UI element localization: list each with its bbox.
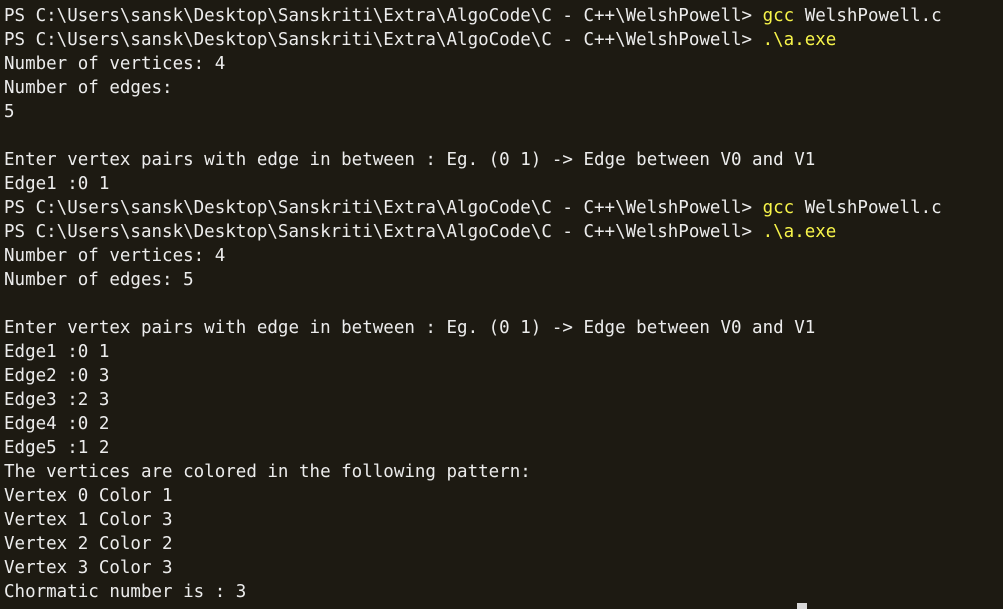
command-line-run: PS C:\Users\sansk\Desktop\Sanskriti\Extr… (4, 220, 1003, 244)
command-line-compile: PS C:\Users\sansk\Desktop\Sanskriti\Extr… (4, 196, 1003, 220)
edge-line: Edge1 :0 1 (4, 342, 110, 362)
coloring-line: Vertex 0 Color 1 (4, 486, 173, 506)
prompt-text: PS C:\Users\sansk\Desktop\Sanskriti\Extr… (4, 198, 763, 218)
prompt-text: PS C:\Users\sansk\Desktop\Sanskriti\Extr… (4, 30, 763, 50)
edge-line: Edge4 :0 2 (4, 414, 110, 434)
edge-line: Edge2 :0 3 (4, 366, 110, 386)
command-exe: .\a.exe (762, 222, 837, 242)
output-line: Number of edges: 5 (4, 270, 194, 290)
command-arg: WelshPowell.c (794, 198, 942, 218)
output-line: The vertices are colored in the followin… (4, 462, 531, 482)
output-line: Number of edges: (4, 78, 173, 98)
command-gcc: gcc (762, 198, 795, 218)
edge-line: Edge3 :2 3 (4, 390, 110, 410)
output-line: Number of vertices: 4 (4, 246, 226, 266)
output-line: Edge1 :0 1 (4, 174, 110, 194)
coloring-line: Vertex 3 Color 3 (4, 558, 173, 578)
output-line: Chormatic number is : 3 (4, 582, 247, 602)
prompt-text: PS C:\Users\sansk\Desktop\Sanskriti\Extr… (4, 222, 763, 242)
output-line: Enter vertex pairs with edge in between … (4, 318, 816, 338)
prompt-text: PS C:\Users\sansk\Desktop\Sanskriti\Extr… (4, 6, 763, 26)
command-arg: WelshPowell.c (794, 6, 942, 26)
coloring-line: Vertex 2 Color 2 (4, 534, 173, 554)
command-exe: .\a.exe (762, 30, 837, 50)
coloring-line: Vertex 1 Color 3 (4, 510, 173, 530)
output-line: Enter vertex pairs with edge in between … (4, 150, 816, 170)
terminal-window[interactable]: PS C:\Users\sansk\Desktop\Sanskriti\Extr… (0, 0, 1003, 609)
command-line-run: PS C:\Users\sansk\Desktop\Sanskriti\Extr… (4, 28, 1003, 52)
output-line: 5 (4, 102, 15, 122)
text-cursor (797, 603, 807, 609)
command-gcc: gcc (762, 6, 795, 26)
command-line-compile: PS C:\Users\sansk\Desktop\Sanskriti\Extr… (4, 4, 1003, 28)
output-line: Number of vertices: 4 (4, 54, 226, 74)
edge-line: Edge5 :1 2 (4, 438, 110, 458)
